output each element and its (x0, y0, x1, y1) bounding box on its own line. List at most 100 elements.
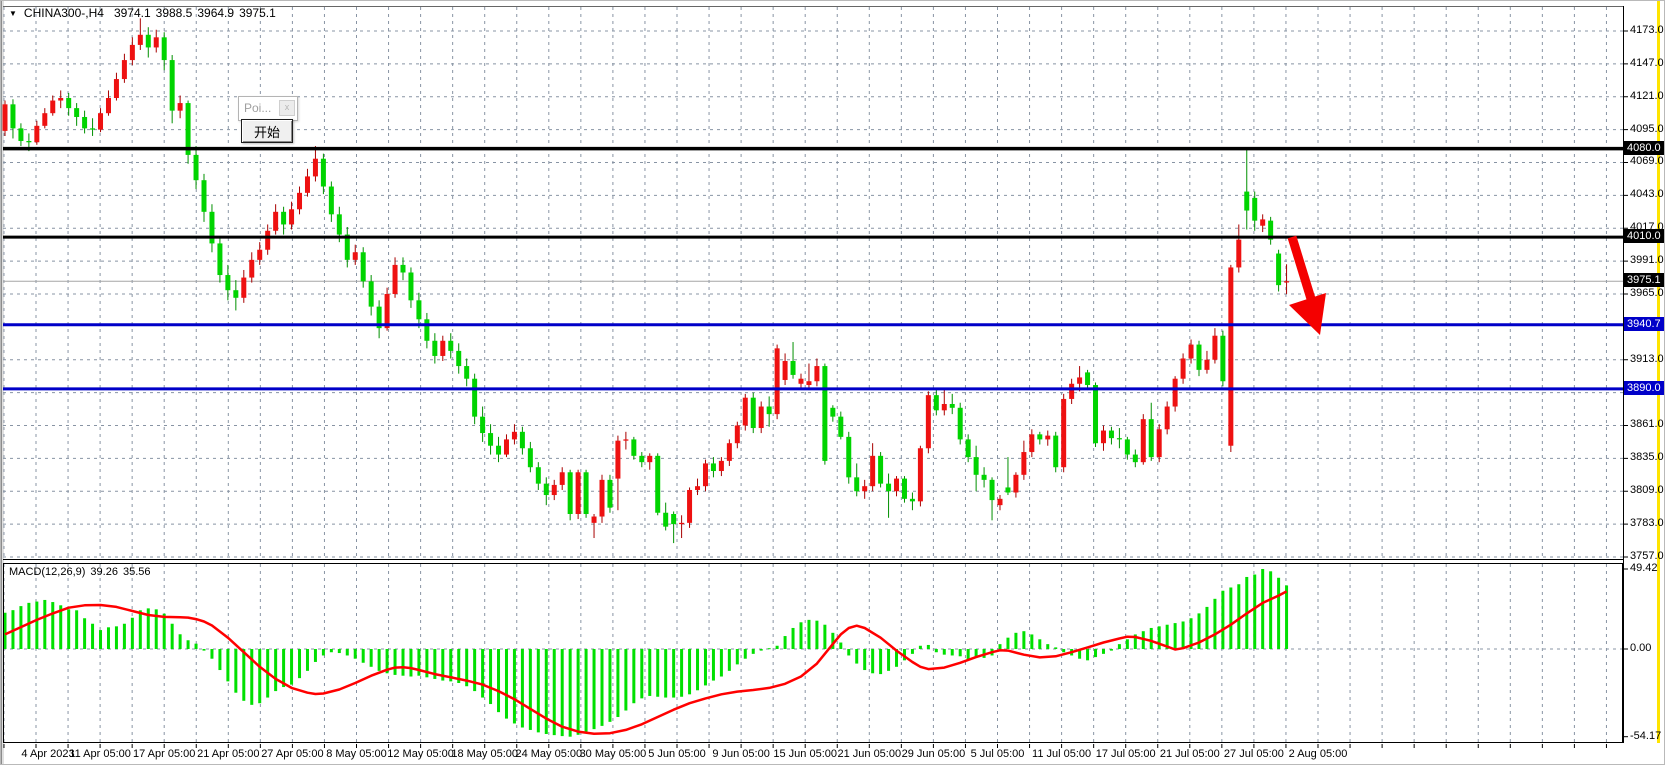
candle[interactable] (34, 126, 39, 142)
macd-histogram-bar[interactable] (720, 649, 723, 677)
macd-histogram-bar[interactable] (648, 649, 651, 696)
candle[interactable] (408, 273, 413, 301)
candle[interactable] (1141, 419, 1146, 462)
macd-histogram-bar[interactable] (163, 614, 166, 649)
macd-histogram-bar[interactable] (83, 618, 86, 649)
candle[interactable] (1212, 336, 1217, 360)
macd-histogram-bar[interactable] (696, 649, 699, 690)
candle[interactable] (369, 281, 374, 306)
candle[interactable] (767, 407, 772, 415)
candle[interactable] (974, 457, 979, 475)
macd-histogram-bar[interactable] (887, 649, 890, 671)
candle[interactable] (1109, 431, 1114, 439)
candle[interactable] (902, 479, 907, 499)
candle[interactable] (886, 484, 891, 492)
candle[interactable] (90, 128, 95, 129)
candle[interactable] (655, 456, 660, 513)
candle[interactable] (783, 361, 788, 380)
macd-histogram-bar[interactable] (402, 649, 405, 676)
candle[interactable] (361, 252, 366, 281)
candle[interactable] (472, 379, 477, 417)
candle[interactable] (520, 432, 525, 448)
candle[interactable] (321, 159, 326, 187)
candle[interactable] (385, 294, 390, 328)
candle[interactable] (98, 113, 103, 129)
macd-histogram-bar[interactable] (537, 649, 540, 732)
candle[interactable] (894, 479, 899, 492)
macd-histogram-bar[interactable] (91, 624, 94, 649)
macd-histogram-bar[interactable] (242, 649, 245, 701)
candle[interactable] (719, 461, 724, 471)
candle[interactable] (154, 37, 159, 47)
macd-histogram-bar[interactable] (847, 649, 850, 655)
macd-histogram-bar[interactable] (1118, 644, 1121, 649)
macd-histogram-bar[interactable] (935, 649, 938, 652)
macd-histogram-bar[interactable] (139, 610, 142, 649)
macd-histogram-bar[interactable] (1110, 649, 1113, 651)
macd-histogram-bar[interactable] (999, 644, 1002, 649)
candle[interactable] (687, 490, 692, 523)
macd-histogram-bar[interactable] (322, 649, 325, 655)
macd-histogram-bar[interactable] (354, 649, 357, 659)
macd-histogram-bar[interactable] (927, 645, 930, 649)
candle[interactable] (791, 361, 796, 375)
macd-histogram-bar[interactable] (489, 649, 492, 704)
candle[interactable] (257, 250, 262, 260)
candle[interactable] (544, 484, 549, 495)
candle[interactable] (82, 117, 87, 128)
candle[interactable] (18, 128, 23, 141)
macd-histogram-bar[interactable] (601, 649, 604, 726)
candle[interactable] (225, 275, 230, 290)
macd-histogram-bar[interactable] (807, 620, 810, 649)
candle[interactable] (1053, 436, 1058, 468)
candle[interactable] (1189, 345, 1194, 359)
candle[interactable] (1077, 377, 1082, 383)
candle[interactable] (289, 209, 294, 224)
candle[interactable] (393, 265, 398, 294)
candle[interactable] (679, 523, 684, 524)
macd-signal-line[interactable] (5, 591, 1287, 733)
macd-histogram-bar[interactable] (218, 649, 221, 670)
macd-histogram-bar[interactable] (338, 649, 341, 653)
macd-histogram-bar[interactable] (1277, 578, 1280, 649)
macd-histogram-bar[interactable] (409, 649, 412, 677)
candle[interactable] (1276, 254, 1281, 286)
macd-histogram-bar[interactable] (123, 624, 126, 649)
candle[interactable] (878, 456, 883, 484)
candle[interactable] (1085, 372, 1090, 385)
candle[interactable] (1125, 439, 1130, 454)
candle[interactable] (751, 398, 756, 428)
macd-histogram-bar[interactable] (1205, 607, 1208, 649)
macd-histogram-bar[interactable] (736, 649, 739, 664)
candle[interactable] (241, 278, 246, 298)
candle[interactable] (958, 408, 963, 440)
macd-histogram-bar[interactable] (784, 636, 787, 649)
macd-histogram-bar[interactable] (768, 648, 771, 649)
macd-histogram-bar[interactable] (871, 649, 874, 673)
candle[interactable] (870, 456, 875, 486)
candle[interactable] (830, 408, 835, 417)
candle[interactable] (966, 439, 971, 457)
macd-histogram-bar[interactable] (1237, 584, 1240, 649)
macd-histogram-bar[interactable] (728, 649, 731, 671)
candle[interactable] (448, 341, 453, 351)
macd-histogram-bar[interactable] (911, 649, 914, 654)
macd-histogram-bar[interactable] (1046, 644, 1049, 649)
candle[interactable] (615, 441, 620, 479)
candle[interactable] (631, 439, 636, 455)
macd-histogram-bar[interactable] (1261, 569, 1264, 649)
macd-histogram-bar[interactable] (752, 649, 755, 654)
macd-histogram-bar[interactable] (179, 634, 182, 649)
macd-histogram-bar[interactable] (107, 627, 110, 649)
macd-histogram-bar[interactable] (1182, 621, 1185, 649)
macd-histogram-bar[interactable] (919, 646, 922, 649)
macd-histogram-bar[interactable] (1094, 649, 1097, 657)
candle[interactable] (313, 159, 318, 177)
candle[interactable] (178, 103, 183, 111)
macd-histogram-bar[interactable] (640, 649, 643, 698)
candle[interactable] (1037, 434, 1042, 439)
candle[interactable] (846, 437, 851, 477)
macd-histogram-bar[interactable] (75, 610, 78, 649)
candle[interactable] (329, 187, 334, 215)
macd-histogram-bar[interactable] (1038, 639, 1041, 649)
